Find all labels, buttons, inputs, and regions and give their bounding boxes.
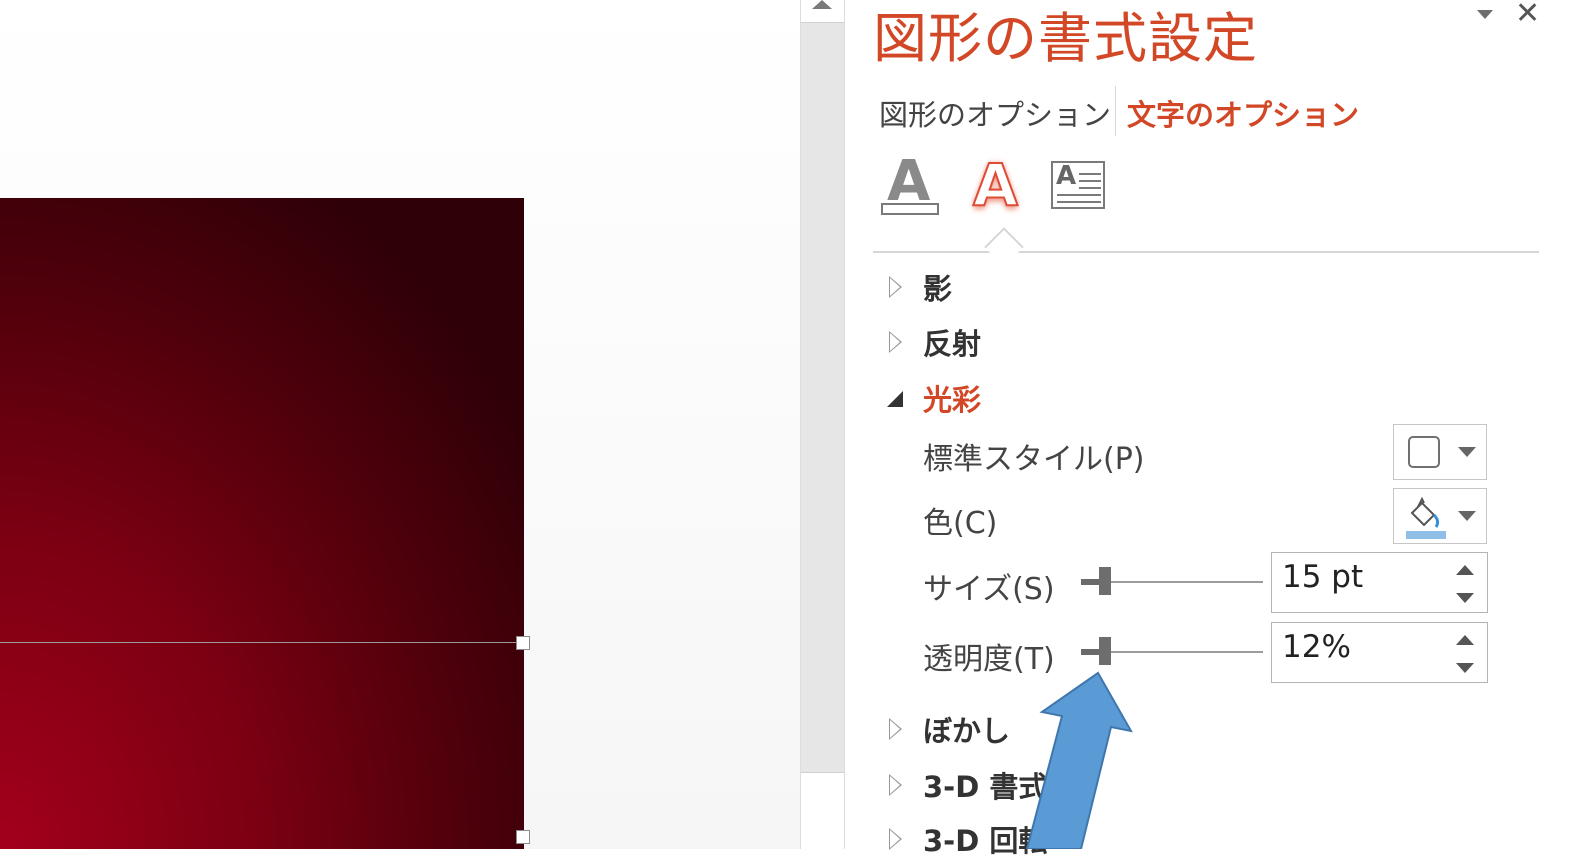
glow-color-dropdown[interactable]	[1393, 488, 1487, 544]
pane-options-dropdown-icon[interactable]	[1477, 10, 1493, 19]
vertical-scrollbar[interactable]	[800, 0, 845, 850]
scroll-thumb[interactable]	[801, 772, 844, 850]
glow-size-input[interactable]: 15 pt	[1271, 552, 1488, 613]
expand-arrow-icon	[889, 276, 902, 298]
tab-divider	[1115, 86, 1116, 136]
chevron-down-icon	[1458, 447, 1476, 457]
collapse-arrow-icon	[887, 391, 903, 407]
shape-guide-line	[0, 642, 524, 643]
tab-text-options[interactable]: 文字のオプション	[1127, 92, 1359, 134]
textbox-icon[interactable]: A	[1051, 155, 1115, 219]
glow-presets-dropdown[interactable]	[1393, 424, 1487, 480]
glow-transparency-slider[interactable]	[1081, 637, 1263, 667]
text-fill-outline-icon[interactable]: A	[879, 149, 943, 219]
slider-thumb[interactable]	[1099, 637, 1111, 665]
glow-presets-label: 標準スタイル(P)	[923, 442, 1145, 477]
glow-size-slider[interactable]	[1081, 567, 1263, 597]
expand-arrow-icon	[889, 828, 902, 850]
tab-shape-options[interactable]: 図形のオプション	[879, 92, 1111, 134]
preset-swatch	[1408, 436, 1440, 468]
tab-strip-divider	[873, 251, 1539, 253]
text-effects-icon[interactable]: A	[963, 150, 1027, 220]
transparency-value[interactable]: 12%	[1282, 629, 1351, 665]
slide-canvas	[0, 0, 800, 849]
expand-arrow-icon	[889, 331, 902, 353]
glow-transparency-label: 透明度(T)	[923, 642, 1055, 677]
section-label: ぼかし	[923, 714, 1011, 748]
spin-down-icon[interactable]	[1456, 663, 1474, 673]
format-shape-pane: 図形の書式設定 ✕ 図形のオプション 文字のオプション A A A 影 反射 光…	[845, 0, 1591, 858]
section-label: 光彩	[923, 383, 982, 417]
slider-thumb[interactable]	[1099, 567, 1111, 595]
section-label: 影	[923, 272, 953, 306]
section-label: 3-D 書式	[923, 770, 1048, 804]
resize-handle[interactable]	[516, 830, 530, 844]
selected-shape[interactable]	[0, 198, 524, 849]
section-label: 反射	[923, 327, 982, 361]
spin-up-icon[interactable]	[1456, 565, 1474, 575]
chevron-down-icon	[1458, 511, 1476, 521]
spin-down-icon[interactable]	[1456, 593, 1474, 603]
expand-arrow-icon	[889, 718, 902, 740]
glow-color-label: 色(C)	[923, 506, 998, 541]
section-label: 3-D 回転	[923, 824, 1048, 858]
pane-title: 図形の書式設定	[873, 7, 1258, 70]
size-value[interactable]: 15 pt	[1282, 559, 1363, 595]
glow-transparency-input[interactable]: 12%	[1271, 622, 1488, 683]
paint-bucket-icon	[1406, 496, 1446, 539]
close-icon[interactable]: ✕	[1515, 0, 1540, 31]
active-tab-indicator	[984, 227, 1024, 267]
expand-arrow-icon	[889, 774, 902, 796]
glow-size-label: サイズ(S)	[923, 572, 1055, 607]
spin-up-icon[interactable]	[1456, 635, 1474, 645]
resize-handle[interactable]	[516, 636, 530, 650]
scroll-up-button[interactable]	[801, 0, 844, 23]
